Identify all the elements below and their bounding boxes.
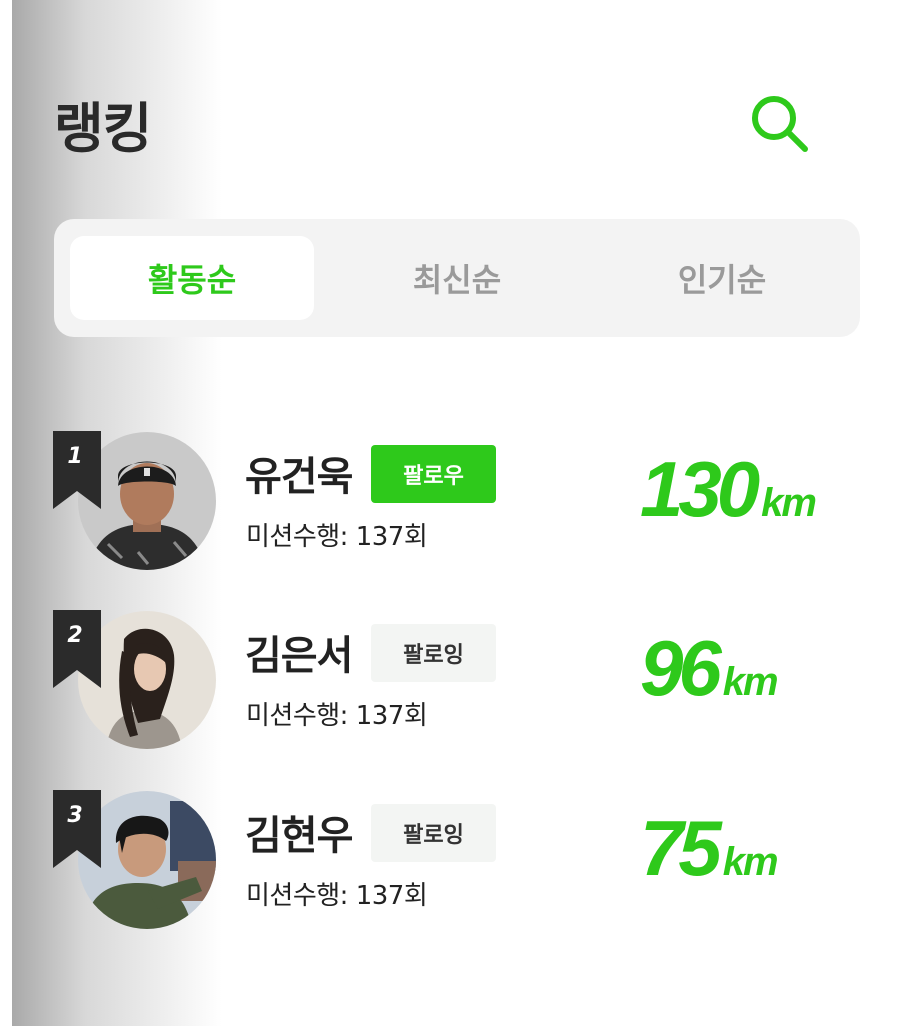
distance: 130 km: [640, 444, 817, 535]
distance-unit: km: [722, 660, 779, 704]
distance-value: 96: [640, 624, 722, 712]
distance-unit: km: [722, 840, 779, 884]
tab-activity[interactable]: 활동순: [70, 236, 314, 320]
tab-latest[interactable]: 최신순: [335, 236, 579, 320]
distance-value: 75: [640, 804, 722, 892]
distance: 75 km: [640, 803, 779, 894]
mission-count: 미션수행: 137회: [246, 522, 428, 552]
mission-count: 미션수행: 137회: [246, 881, 428, 911]
rank-number: 2: [67, 623, 83, 648]
follow-button[interactable]: 팔로우: [371, 445, 496, 503]
rank-number: 1: [67, 444, 83, 469]
tab-popular[interactable]: 인기순: [600, 236, 844, 320]
user-name[interactable]: 김현우: [245, 803, 353, 861]
distance-value: 130: [640, 445, 760, 533]
mission-count: 미션수행: 137회: [246, 701, 428, 731]
rank-ribbon-icon: [53, 431, 101, 509]
rank-ribbon-icon: [53, 610, 101, 688]
user-name[interactable]: 유건욱: [245, 444, 353, 502]
rank-number: 3: [67, 803, 83, 828]
rank-ribbon-icon: [53, 790, 101, 868]
distance-unit: km: [761, 481, 817, 525]
distance: 96 km: [640, 623, 779, 714]
user-name[interactable]: 김은서: [245, 623, 353, 681]
following-button[interactable]: 팔로잉: [371, 804, 496, 862]
page-title: 랭킹: [54, 97, 152, 160]
sort-tabs: 활동순 최신순 인기순: [54, 219, 860, 337]
following-button[interactable]: 팔로잉: [371, 624, 496, 682]
ranking-item[interactable]: 3 김현우 팔로잉 미션수행: 137회 75 km: [0, 789, 914, 939]
ranking-item[interactable]: 1 유건욱 팔로우 미션수행: 137회 130 km: [0, 430, 914, 580]
search-icon: [752, 96, 808, 152]
ranking-item[interactable]: 2 김은서 팔로잉 미션수행: 137회 96 km: [0, 609, 914, 759]
search-button[interactable]: [748, 92, 812, 156]
